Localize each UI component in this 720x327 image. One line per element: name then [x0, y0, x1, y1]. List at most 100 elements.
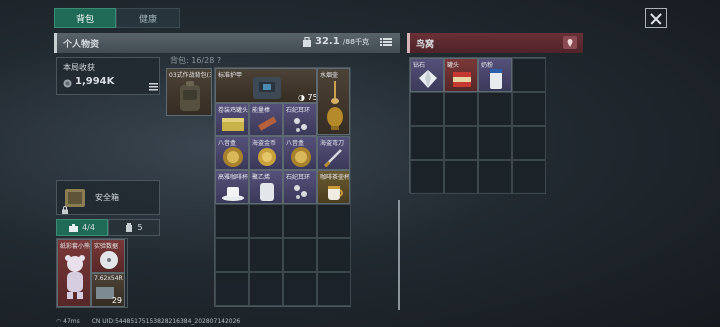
ammo-stack-count: 29	[111, 296, 122, 305]
pirate-saber-item[interactable]: 海盗弯刀	[317, 136, 350, 170]
diamond-item[interactable]: 钻石	[410, 58, 444, 92]
coin-icon	[258, 148, 276, 166]
item-name: 卷装鸡罐头	[218, 107, 249, 114]
ammo-count: 5	[137, 223, 143, 232]
grid-cell[interactable]	[215, 238, 249, 272]
tab-backpack[interactable]: 背包	[54, 8, 116, 28]
roll-icon	[260, 183, 274, 201]
grid-cell[interactable]	[317, 204, 351, 238]
backpack-scrollbar[interactable]	[398, 200, 400, 310]
safebox-panel[interactable]: 安全箱	[56, 180, 160, 215]
grid-cell[interactable]	[410, 126, 444, 160]
grid-cell[interactable]	[512, 92, 546, 126]
tab-health[interactable]: 健康	[116, 8, 180, 28]
pirate-coin-item[interactable]: 海盗金币	[249, 136, 283, 170]
backpack-capacity: 背包: 16/28 ?	[170, 56, 222, 65]
grid-cell[interactable]	[478, 160, 512, 194]
personal-header: 个人物资 32.1/88千克	[54, 33, 400, 53]
grid-cell[interactable]	[444, 126, 478, 160]
jar-icon	[490, 69, 502, 89]
grid-cell[interactable]	[249, 238, 283, 272]
grid-cell[interactable]	[478, 92, 512, 126]
nest-title: 鸟窝	[416, 39, 435, 50]
hookah-icon	[327, 81, 343, 130]
grid-cell[interactable]	[444, 160, 478, 194]
grid-cell[interactable]	[317, 238, 351, 272]
item-name: 罐头	[447, 62, 460, 69]
close-icon[interactable]	[645, 8, 667, 28]
pouch-count: 4/4	[82, 223, 95, 232]
item-name: 03式作战背包(三角)	[169, 72, 211, 79]
can-icon	[453, 72, 471, 87]
grid-cell[interactable]	[410, 160, 444, 194]
diamond-icon	[419, 70, 437, 88]
weight-icon	[303, 36, 311, 47]
ping: 47ms	[63, 318, 80, 325]
weight-max: /88千克	[342, 37, 369, 46]
saber-icon	[324, 149, 342, 168]
can-icon	[222, 118, 244, 131]
ammo-tab[interactable]: 5	[108, 219, 160, 236]
grid-cell[interactable]	[317, 272, 351, 306]
grid-cell[interactable]	[249, 204, 283, 238]
backpack-icon	[180, 81, 200, 111]
milk-powder-item[interactable]: 奶粉	[478, 58, 512, 92]
durability-badge: ◑ 75	[298, 93, 317, 102]
armor-icon	[253, 77, 281, 99]
armor-item[interactable]: 标准护甲 ◑ 75	[215, 68, 317, 103]
tab-backpack-label: 背包	[75, 14, 94, 25]
disc-icon	[223, 147, 243, 167]
music-box-item[interactable]: 八音盒	[283, 136, 317, 170]
grid-cell[interactable]	[249, 272, 283, 306]
item-name: 纸彩套小熊	[60, 243, 91, 250]
teapot-icon	[328, 186, 343, 200]
medkit-icon	[69, 223, 79, 232]
item-name: 高雅咖啡杯	[218, 174, 249, 181]
grid-cell[interactable]	[283, 272, 317, 306]
teapot-item[interactable]: 咖啡茶壶杯	[317, 170, 350, 204]
item-name: 标准护甲	[218, 72, 243, 79]
earring-item[interactable]: 石纪耳环	[283, 103, 317, 136]
tab-health-label: 健康	[138, 14, 157, 25]
grid-cell[interactable]	[512, 160, 546, 194]
earnings-panel: 本局收获 1,994K	[56, 57, 160, 95]
disc-icon	[291, 147, 311, 167]
nest-header: 鸟窝	[407, 33, 583, 53]
list-icon[interactable]	[380, 37, 392, 47]
research-data-item[interactable]: 实验数据	[91, 239, 125, 273]
bear-item[interactable]: 纸彩套小熊	[57, 239, 91, 307]
earring-item[interactable]: 石纪耳环	[283, 170, 317, 204]
coin-icon	[63, 79, 72, 88]
grid-cell[interactable]	[215, 204, 249, 238]
bear-icon	[65, 255, 85, 299]
grid-cell[interactable]	[478, 126, 512, 160]
pin-icon	[567, 39, 573, 47]
grid-cell[interactable]	[444, 92, 478, 126]
durability-value: 75	[307, 93, 317, 102]
list-icon[interactable]	[149, 83, 158, 91]
uid: CN UID:54485175153828216384_202807142026	[91, 318, 241, 325]
pouch-tab[interactable]: 4/4	[56, 219, 108, 236]
lock-icon	[62, 206, 68, 214]
polyethylene-item[interactable]: 聚乙烯	[249, 170, 283, 204]
earnings-value: 1,994K	[75, 76, 115, 87]
coffee-cup-item[interactable]: 高雅咖啡杯	[215, 170, 249, 204]
grid-cell[interactable]	[283, 238, 317, 272]
weight-current: 32.1	[315, 36, 340, 47]
nest-location-button[interactable]	[563, 36, 577, 49]
backpack-slot[interactable]: 03式作战背包(三角)	[166, 68, 212, 116]
ammo-item[interactable]: 7.62x54R 29	[91, 273, 125, 307]
item-name: 石纪耳环	[286, 107, 311, 114]
energy-bar-item[interactable]: 能量棒	[249, 103, 283, 136]
grid-cell[interactable]	[512, 58, 546, 92]
canned-food-item[interactable]: 罐头	[444, 58, 478, 92]
grid-cell[interactable]	[215, 272, 249, 306]
item-name: 咖啡茶壶杯	[320, 174, 350, 181]
ammo-icon	[126, 223, 133, 232]
canned-chicken-item[interactable]: 卷装鸡罐头	[215, 103, 249, 136]
grid-cell[interactable]	[512, 126, 546, 160]
music-box-item[interactable]: 八音盒	[215, 136, 249, 170]
grid-cell[interactable]	[283, 204, 317, 238]
grid-cell[interactable]	[410, 92, 444, 126]
hookah-item[interactable]: 水烟壶	[317, 68, 350, 135]
